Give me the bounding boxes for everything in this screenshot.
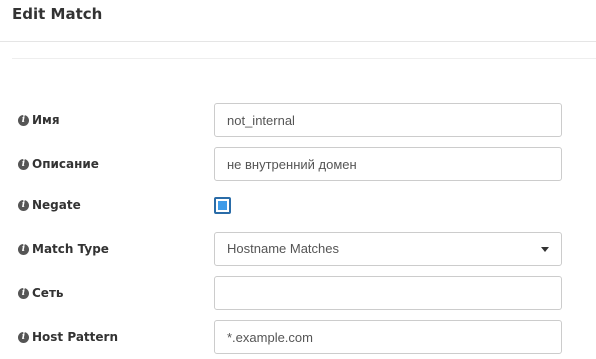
form-divider [12,58,596,59]
host-pattern-input[interactable] [214,320,562,354]
network-label: i Сеть [18,276,64,310]
name-label: i Имя [18,103,60,137]
row-description: i Описание [0,147,596,181]
info-icon[interactable]: i [18,287,29,299]
info-icon[interactable]: i [18,243,29,255]
network-label-text: Сеть [32,286,64,300]
row-name: i Имя [0,103,596,137]
row-network: i Сеть [0,276,596,310]
row-negate: i Negate [0,188,596,222]
network-input[interactable] [214,276,562,310]
description-input[interactable] [214,147,562,181]
caret-down-icon [541,247,549,252]
match-type-label-text: Match Type [32,242,109,256]
match-type-label: i Match Type [18,232,109,266]
info-icon[interactable]: i [18,114,29,126]
info-icon[interactable]: i [18,331,29,343]
negate-checkbox[interactable] [214,197,231,214]
dialog-header: Edit Match [0,0,596,42]
info-icon[interactable]: i [18,158,29,170]
description-label-text: Описание [32,157,99,171]
dialog-title: Edit Match [12,5,103,23]
row-match-type: i Match Type Hostname Matches [0,232,596,266]
negate-label: i Negate [18,188,81,222]
info-icon[interactable]: i [18,199,29,211]
host-pattern-label: i Host Pattern [18,320,118,354]
match-type-select[interactable]: Hostname Matches [214,232,562,266]
description-label: i Описание [18,147,99,181]
match-type-selected-value: Hostname Matches [227,241,339,256]
name-input[interactable] [214,103,562,137]
negate-label-text: Negate [32,198,81,212]
host-pattern-label-text: Host Pattern [32,330,118,344]
name-label-text: Имя [32,113,60,127]
checkbox-checked-indicator [218,201,227,210]
row-host-pattern: i Host Pattern [0,320,596,354]
